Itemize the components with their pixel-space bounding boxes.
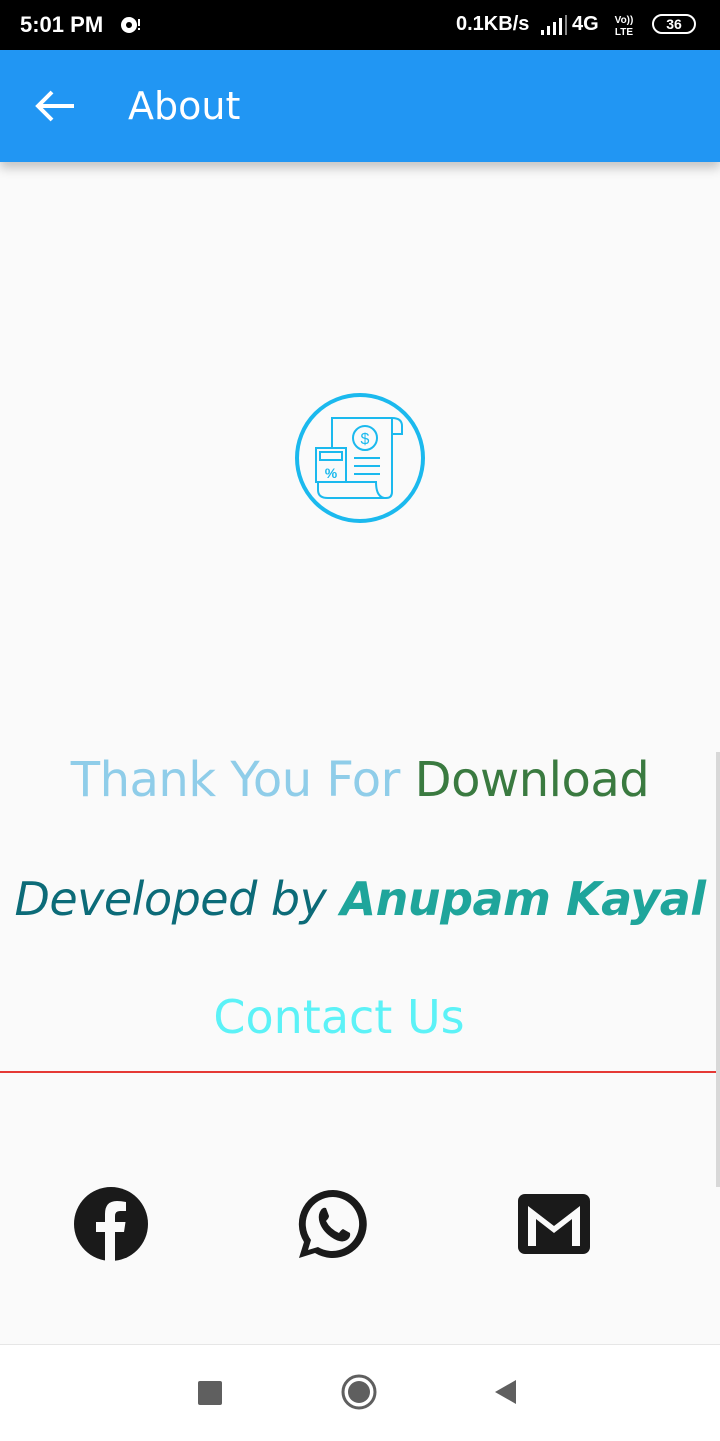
square-icon[interactable] [198, 1381, 222, 1405]
volte-icon: Vo)) LTE [615, 15, 634, 38]
svg-text:Vo)): Vo)) [615, 15, 634, 26]
app-bar: About [0, 50, 720, 162]
invoice-tax-calculator-icon: $ % [295, 393, 425, 523]
battery-indicator: 36 [652, 14, 696, 34]
gmail-icon[interactable] [516, 1186, 592, 1262]
whatsapp-icon[interactable] [295, 1186, 371, 1262]
triangle-back-icon[interactable] [492, 1377, 518, 1407]
developer-name: Anupam Kayal [340, 872, 706, 926]
scrollbar[interactable] [716, 752, 720, 1187]
svg-text:$: $ [361, 431, 370, 448]
download-text: Download [414, 752, 650, 808]
svg-text:LTE: LTE [615, 27, 633, 38]
developer-credit: Developed by Anupam Kayal [0, 872, 720, 926]
arrow-left-icon [35, 90, 74, 122]
status-bar: 5:01 PM 0.1KB/s 4G Vo)) LTE 36 [0, 0, 720, 50]
svg-text:%: % [325, 465, 338, 481]
signal-icon [541, 15, 567, 35]
network-speed: 0.1KB/s [456, 13, 530, 35]
thank-you-text: Thank You For [70, 752, 401, 808]
divider [0, 1071, 720, 1073]
status-time: 5:01 PM [20, 12, 104, 37]
thank-you-message: Thank You For Download [0, 752, 720, 808]
developed-by-label: Developed by [14, 872, 327, 926]
hotspot-icon [121, 17, 140, 33]
page-title: About [128, 84, 241, 128]
facebook-icon[interactable] [73, 1186, 149, 1262]
network-type: 4G [572, 13, 599, 35]
circle-icon[interactable] [340, 1373, 378, 1411]
back-button[interactable] [24, 80, 88, 132]
system-nav-bar [0, 1344, 720, 1441]
contact-us-link[interactable]: Contact Us [0, 990, 678, 1044]
